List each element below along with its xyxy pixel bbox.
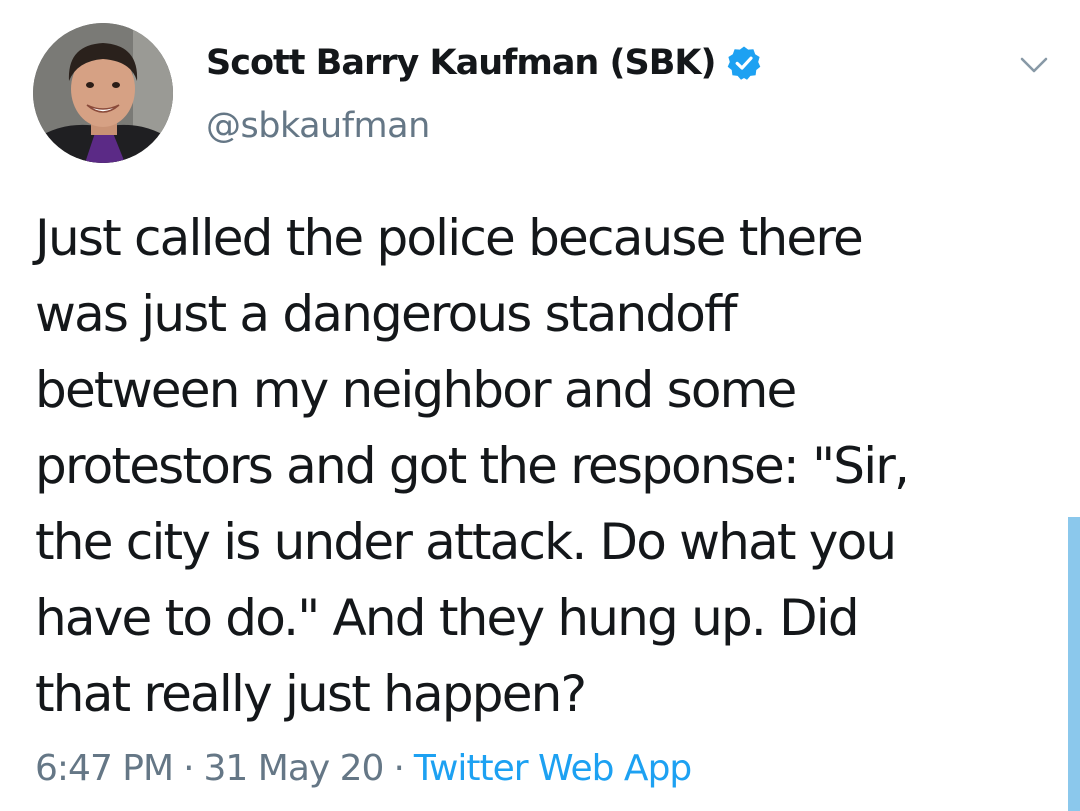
author-handle[interactable]: @sbkaufman <box>206 106 430 146</box>
tweet-text: Just called the police because there was… <box>35 209 910 723</box>
tweet-meta: 6:47 PM · 31 May 20 · Twitter Web App <box>35 748 692 789</box>
tweet-time[interactable]: 6:47 PM <box>35 748 174 789</box>
tweet-card: Scott Barry Kaufman (SBK) @sbkaufman Jus… <box>0 0 1080 811</box>
tweet-source-link[interactable]: Twitter Web App <box>414 748 692 789</box>
chevron-down-icon[interactable] <box>1017 48 1051 82</box>
author-display-name[interactable]: Scott Barry Kaufman (SBK) <box>206 43 717 83</box>
meta-separator: · <box>183 748 194 789</box>
meta-separator: · <box>393 748 404 789</box>
avatar-image <box>33 23 173 163</box>
author-avatar[interactable] <box>33 23 173 163</box>
verified-badge-icon <box>726 45 762 81</box>
author-name-row[interactable]: Scott Barry Kaufman (SBK) <box>206 36 762 90</box>
scroll-indicator[interactable] <box>1068 517 1080 811</box>
tweet-date[interactable]: 31 May 20 <box>204 748 385 789</box>
